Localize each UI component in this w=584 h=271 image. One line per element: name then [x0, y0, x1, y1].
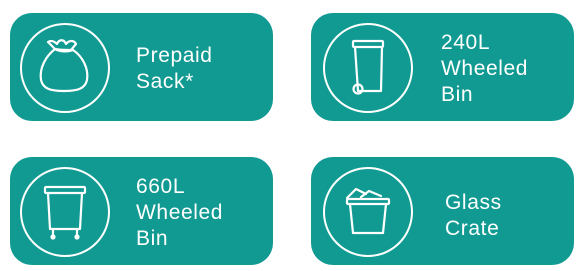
icon-ring: [323, 167, 413, 257]
sack-icon: [39, 39, 89, 93]
option-label: Prepaid Sack*: [136, 44, 213, 93]
large-wheeled-bin-icon: [43, 185, 87, 240]
option-card-240l-wheeled-bin[interactable]: 240L Wheeled Bin: [311, 13, 574, 121]
icon-ring: [323, 23, 413, 113]
option-label: Glass Crate: [445, 191, 502, 240]
icon-ring: [20, 23, 110, 113]
option-card-glass-crate[interactable]: Glass Crate: [311, 157, 574, 265]
wheeled-bin-icon: [351, 39, 385, 95]
option-card-prepaid-sack[interactable]: Prepaid Sack*: [10, 13, 273, 121]
option-card-660l-wheeled-bin[interactable]: 660L Wheeled Bin: [10, 157, 273, 265]
icon-ring: [20, 167, 110, 257]
option-label: 660L Wheeled Bin: [136, 175, 224, 250]
glass-crate-icon: [345, 187, 391, 235]
option-label: 240L Wheeled Bin: [441, 31, 529, 106]
